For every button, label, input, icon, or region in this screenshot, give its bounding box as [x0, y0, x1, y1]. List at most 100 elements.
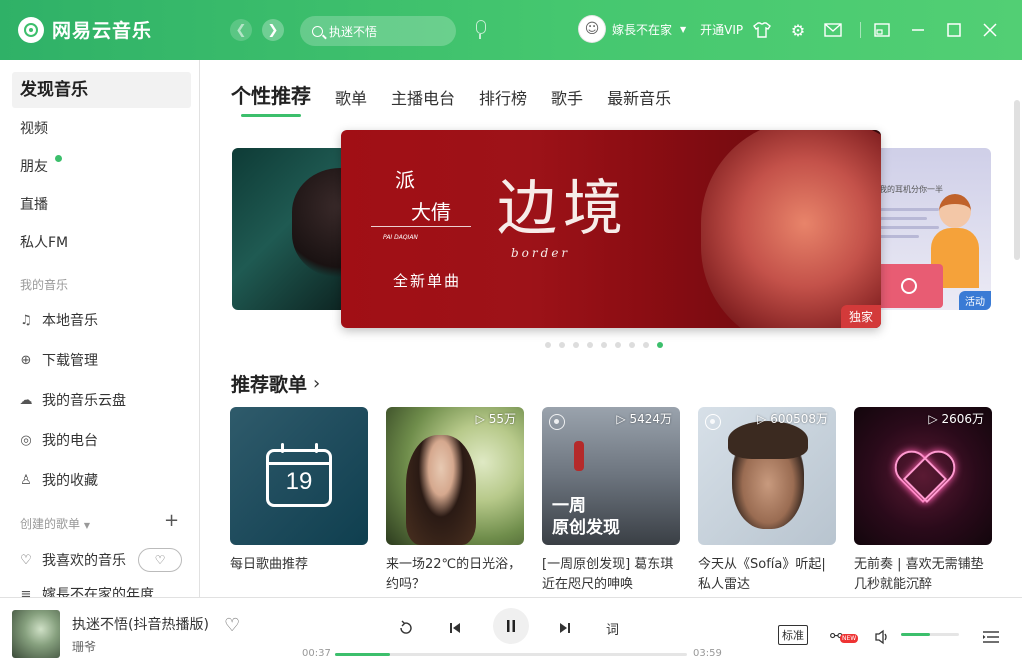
sidebar-item-radio[interactable]: ◎ 我的电台	[18, 430, 98, 450]
sidebar-item-label: 我的音乐云盘	[42, 393, 126, 409]
playlist-card-daily[interactable]: 19 每日歌曲推荐	[230, 407, 368, 575]
pause-button[interactable]	[493, 608, 529, 644]
pagination-dot[interactable]	[629, 342, 635, 348]
microphone-icon[interactable]	[472, 19, 488, 41]
calendar-icon: 19	[266, 443, 332, 507]
sidebar-item-live[interactable]: 直播	[20, 194, 48, 214]
now-playing-artist[interactable]: 珊爷	[72, 638, 96, 655]
tab-radio[interactable]: 主播电台	[391, 85, 455, 109]
skin-shirt-icon[interactable]	[752, 20, 772, 40]
pagination-dot[interactable]	[545, 342, 551, 348]
playlist-card[interactable]: 一周 原创发现 ▷ 5424万 [一周原创发现] 葛东琪近在咫尺的呻唤	[542, 407, 680, 595]
maximize-icon[interactable]	[944, 20, 964, 40]
play-count: ▷ 55万	[475, 412, 516, 426]
playlist-cover[interactable]: ▷ 55万	[386, 407, 524, 545]
banner-subtitle: 全新单曲	[393, 272, 462, 290]
section-label-created[interactable]: 创建的歌单 ▼	[20, 515, 90, 532]
sidebar-item-favorites[interactable]: ♡ 我喜欢的音乐	[18, 550, 126, 570]
back-arrow-icon[interactable]: ❮	[230, 19, 252, 41]
tab-new-music[interactable]: 最新音乐	[607, 85, 671, 109]
cover-photo	[406, 435, 476, 545]
close-icon[interactable]	[980, 20, 1000, 40]
playlist-cover[interactable]: ▷ 2606万	[854, 407, 992, 545]
playlist-caption[interactable]: [一周原创发现] 葛东琪近在咫尺的呻唤	[542, 555, 680, 595]
pagination-dot[interactable]	[587, 342, 593, 348]
pagination-dot[interactable]	[559, 342, 565, 348]
banner-activity-badge: 活动	[959, 291, 991, 310]
username[interactable]: 嫁長不在家	[612, 21, 672, 38]
sidebar-item-local-music[interactable]: ♫ 本地音乐	[18, 310, 98, 330]
sidebar-item-fm[interactable]: 私人FM	[20, 232, 68, 252]
main-content: 个性推荐 歌单 主播电台 排行榜 歌手 最新音乐 我的耳机分你一半 活动 派 大…	[201, 60, 1022, 597]
banner-artist-line1: 派	[395, 168, 415, 192]
pagination-dot[interactable]	[657, 342, 663, 348]
pagination-dot[interactable]	[601, 342, 607, 348]
banner-divider	[371, 226, 471, 227]
playlist-card[interactable]: ▷ 55万 来一场22℃的日光浴，约吗？	[386, 407, 524, 595]
pagination-dot[interactable]	[643, 342, 649, 348]
previous-icon[interactable]	[448, 616, 462, 640]
playlist-caption[interactable]: 每日歌曲推荐	[230, 555, 368, 575]
sidebar: 发现音乐 视频 朋友 直播 私人FM 我的音乐 ♫ 本地音乐 ⊕ 下载管理 ☁ 我的音…	[0, 60, 200, 597]
user-star-icon: ♙	[20, 472, 32, 488]
section-title-recommend[interactable]: 推荐歌单 ›	[231, 370, 320, 397]
volume-icon[interactable]	[874, 625, 890, 649]
pagination-dot[interactable]	[573, 342, 579, 348]
tab-charts[interactable]: 排行榜	[479, 85, 527, 109]
mail-icon[interactable]	[823, 20, 843, 40]
section-title-text: 推荐歌单	[231, 374, 308, 396]
section-label-text: 创建的歌单	[20, 517, 81, 531]
user-menu[interactable]: ☺ 嫁長不在家 ▼ 开通VIP	[578, 15, 743, 43]
sidebar-item-label: 我的电台	[42, 433, 98, 449]
add-playlist-icon[interactable]: +	[164, 510, 179, 531]
playlist-queue-icon[interactable]	[982, 625, 1000, 649]
divider	[860, 22, 861, 38]
sidebar-item-collection[interactable]: ♙ 我的收藏	[18, 470, 98, 490]
banner-pagination	[545, 342, 663, 348]
mini-mode-icon[interactable]	[872, 20, 892, 40]
cover-overlay-text: 一周 原创发现	[552, 496, 620, 538]
sidebar-item-video[interactable]: 视频	[20, 118, 48, 138]
music-note-icon: ♫	[20, 312, 32, 328]
sidebar-item-annual[interactable]: ≡ 嫁長不在家的年度	[18, 584, 154, 598]
volume-slider[interactable]	[901, 633, 959, 636]
quality-button[interactable]: 标准	[778, 625, 808, 645]
playlist-cover[interactable]: ▷ 600508万	[698, 407, 836, 545]
forward-arrow-icon[interactable]: ❯	[262, 19, 284, 41]
sidebar-item-friends[interactable]: 朋友	[20, 155, 62, 176]
playlist-caption[interactable]: 无前奏 | 喜欢无需铺垫几秒就能沉醉	[854, 555, 992, 595]
vip-button[interactable]: 开通VIP	[700, 21, 743, 38]
gear-icon[interactable]: ⚙	[788, 20, 808, 40]
repeat-icon[interactable]	[398, 616, 414, 640]
search-icon	[312, 25, 323, 37]
playlist-caption[interactable]: 来一场22℃的日光浴，约吗？	[386, 555, 524, 595]
avatar[interactable]: ☺	[578, 15, 606, 43]
sidebar-item-label: 嫁長不在家的年度	[42, 587, 154, 597]
banner-main[interactable]: 派 大倩 PAI DAQIAN 全新单曲 边境 border 独家	[341, 130, 881, 328]
progress-slider[interactable]	[335, 653, 687, 656]
tab-playlists[interactable]: 歌单	[335, 85, 367, 109]
lyrics-button[interactable]: 词	[606, 616, 619, 640]
heart-mode-button[interactable]: ♡	[138, 548, 182, 572]
caret-down-icon[interactable]: ▼	[680, 25, 686, 34]
sidebar-item-discover[interactable]: 发现音乐	[12, 72, 191, 108]
app-logo[interactable]: 网易云音乐	[18, 16, 152, 43]
sidebar-item-cloud[interactable]: ☁ 我的音乐云盘	[18, 390, 127, 410]
sidebar-item-downloads[interactable]: ⊕ 下载管理	[18, 350, 98, 370]
playlist-cover[interactable]: 一周 原创发现 ▷ 5424万	[542, 407, 680, 545]
pagination-dot[interactable]	[615, 342, 621, 348]
playlist-card[interactable]: ▷ 600508万 今天从《Sofía》听起|私人雷达	[698, 407, 836, 595]
next-icon[interactable]	[558, 616, 572, 640]
tab-recommend[interactable]: 个性推荐	[231, 80, 311, 117]
now-playing-title[interactable]: 执迷不悟(抖音热播版)	[72, 614, 209, 634]
search-input[interactable]: 执迷不悟	[300, 16, 456, 46]
now-playing-cover[interactable]	[12, 610, 60, 658]
playlist-card[interactable]: ▷ 2606万 无前奏 | 喜欢无需铺垫几秒就能沉醉	[854, 407, 992, 595]
heart-icon[interactable]: ♡	[224, 615, 240, 636]
playlist-cover[interactable]: 19	[230, 407, 368, 545]
minimize-icon[interactable]	[908, 20, 928, 40]
netease-logo-icon	[18, 16, 44, 43]
tab-artists[interactable]: 歌手	[551, 85, 583, 109]
scrollbar[interactable]	[1014, 100, 1020, 260]
playlist-caption[interactable]: 今天从《Sofía》听起|私人雷达	[698, 555, 836, 595]
